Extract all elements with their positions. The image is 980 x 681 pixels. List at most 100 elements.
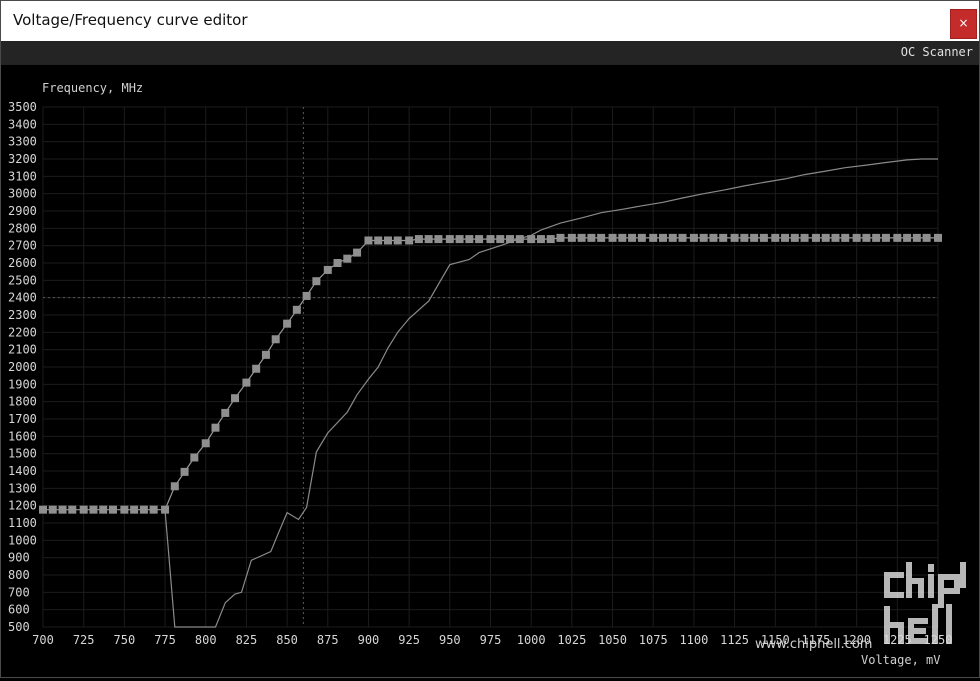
x-tick-label: 875 <box>317 633 339 647</box>
curve-point-handle[interactable] <box>261 350 270 359</box>
curve-point-handle[interactable] <box>608 233 617 242</box>
curve-point-handle[interactable] <box>343 254 352 263</box>
curve-point-handle[interactable] <box>190 453 199 462</box>
curve-point-handle[interactable] <box>597 233 606 242</box>
curve-point-handle[interactable] <box>201 439 210 448</box>
curve-point-handle[interactable] <box>149 505 158 514</box>
curve-point-handle[interactable] <box>800 233 809 242</box>
curve-point-handle[interactable] <box>374 236 383 245</box>
vf-chart-area[interactable]: Frequency, MHz Voltage, mV 500 600 700 800 9… <box>1 65 979 677</box>
curve-point-handle[interactable] <box>556 233 565 242</box>
curve-point-handle[interactable] <box>161 505 170 514</box>
curve-point-handle[interactable] <box>658 233 667 242</box>
curve-point-handle[interactable] <box>637 233 646 242</box>
curve-point-handle[interactable] <box>79 505 88 514</box>
vf-chart[interactable]: Frequency, MHz Voltage, mV 500 600 700 800 9… <box>1 65 979 677</box>
curve-point-handle[interactable] <box>689 233 698 242</box>
curve-point-handle[interactable] <box>934 233 942 242</box>
curve-point-handle[interactable] <box>831 233 840 242</box>
y-tick-label: 2500 <box>8 273 37 287</box>
curve-point-handle[interactable] <box>414 235 423 244</box>
toolbar: OC Scanner <box>1 41 979 65</box>
curve-point-handle[interactable] <box>211 423 220 432</box>
curve-point-handle[interactable] <box>668 233 677 242</box>
curve-point-handle[interactable] <box>750 233 759 242</box>
curve-point-handle[interactable] <box>719 233 728 242</box>
curve-point-handle[interactable] <box>68 505 77 514</box>
curve-point-handle[interactable] <box>486 235 495 244</box>
curve-point-handle[interactable] <box>730 233 739 242</box>
curve-point-handle[interactable] <box>740 233 749 242</box>
curve-point-handle[interactable] <box>587 233 596 242</box>
curve-point-handle[interactable] <box>922 233 931 242</box>
curve-point-handle[interactable] <box>312 277 321 286</box>
curve-point-handle[interactable] <box>39 505 47 514</box>
curve-point-handle[interactable] <box>108 505 117 514</box>
x-tick-label: 700 <box>32 633 54 647</box>
curve-point-handle[interactable] <box>790 233 799 242</box>
curve-point-handle[interactable] <box>811 233 820 242</box>
oc-scanner-button[interactable]: OC Scanner <box>901 45 973 59</box>
curve-point-handle[interactable] <box>99 505 108 514</box>
curve-point-handle[interactable] <box>465 235 474 244</box>
curve-point-handle[interactable] <box>231 394 240 403</box>
curve-point-handle[interactable] <box>405 236 414 245</box>
curve-point-handle[interactable] <box>903 233 912 242</box>
curve-point-handle[interactable] <box>252 364 261 373</box>
x-tick-label: 1000 <box>517 633 546 647</box>
y-tick-label: 3100 <box>8 169 37 183</box>
curve-point-handle[interactable] <box>383 236 392 245</box>
curve-point-handle[interactable] <box>618 233 627 242</box>
curve-point-handle[interactable] <box>333 259 342 267</box>
curve-point-handle[interactable] <box>364 236 373 245</box>
curve-point-handle[interactable] <box>678 233 687 242</box>
curve-point-handle[interactable] <box>221 408 230 417</box>
curve-point-handle[interactable] <box>881 233 890 242</box>
curve-point-handle[interactable] <box>180 467 189 476</box>
curve-point-handle[interactable] <box>170 482 179 491</box>
x-tick-label: 775 <box>154 633 176 647</box>
curve-point-handle[interactable] <box>628 233 637 242</box>
curve-point-handle[interactable] <box>872 233 881 242</box>
curve-point-handle[interactable] <box>709 233 718 242</box>
curve-point-handle[interactable] <box>271 335 280 344</box>
curve-point-handle[interactable] <box>120 505 129 514</box>
curve-point-handle[interactable] <box>649 233 658 242</box>
curve-point-handle[interactable] <box>546 235 555 244</box>
curve-point-handle[interactable] <box>475 235 484 244</box>
curve-point-handle[interactable] <box>699 233 708 242</box>
curve-point-handle[interactable] <box>139 505 148 514</box>
curve-point-handle[interactable] <box>434 235 443 244</box>
curve-point-handle[interactable] <box>527 235 536 244</box>
curve-point-handle[interactable] <box>893 233 902 242</box>
curve-point-handle[interactable] <box>283 319 292 328</box>
curve-point-handle[interactable] <box>496 235 505 244</box>
curve-point-handle[interactable] <box>506 235 515 244</box>
curve-point-handle[interactable] <box>89 505 98 514</box>
curve-point-handle[interactable] <box>353 248 362 257</box>
curve-point-handle[interactable] <box>130 505 139 514</box>
curve-point-handle[interactable] <box>912 233 921 242</box>
curve-point-handle[interactable] <box>242 378 251 387</box>
curve-point-handle[interactable] <box>781 233 790 242</box>
curve-point-handle[interactable] <box>302 291 311 300</box>
curve-point-handle[interactable] <box>821 233 830 242</box>
curve-point-handle[interactable] <box>536 235 545 244</box>
curve-point-handle[interactable] <box>759 233 768 242</box>
curve-point-handle[interactable] <box>292 305 301 314</box>
curve-point-handle[interactable] <box>393 236 402 245</box>
curve-point-handle[interactable] <box>577 233 586 242</box>
curve-point-handle[interactable] <box>862 233 871 242</box>
curve-point-handle[interactable] <box>567 233 576 242</box>
curve-point-handle[interactable] <box>58 505 67 514</box>
curve-point-handle[interactable] <box>515 235 524 244</box>
curve-point-handle[interactable] <box>323 265 332 274</box>
curve-point-handle[interactable] <box>455 235 464 244</box>
close-button[interactable]: × <box>950 9 977 39</box>
curve-point-handle[interactable] <box>852 233 861 242</box>
curve-point-handle[interactable] <box>841 233 850 242</box>
curve-point-handle[interactable] <box>424 235 433 244</box>
curve-point-handle[interactable] <box>445 235 454 244</box>
curve-point-handle[interactable] <box>771 233 780 242</box>
curve-point-handle[interactable] <box>48 505 57 514</box>
